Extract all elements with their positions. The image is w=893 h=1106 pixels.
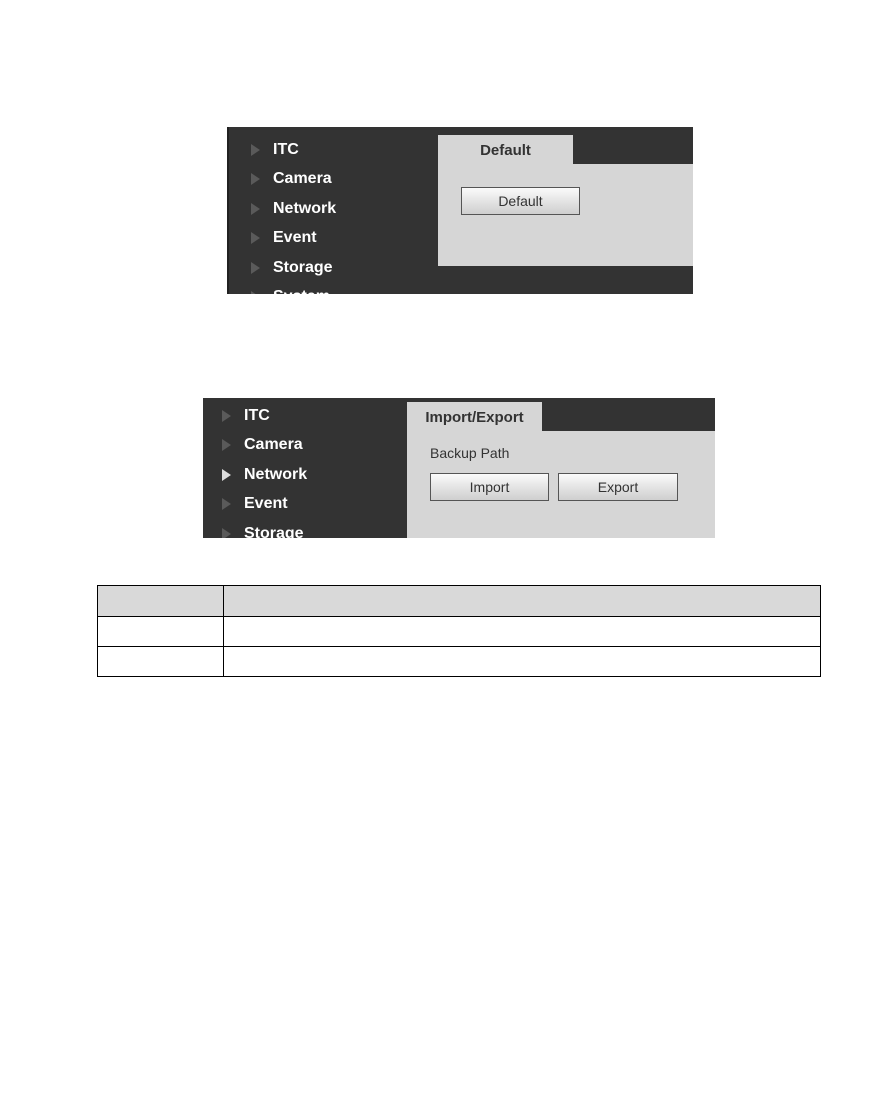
default-config-screenshot: ITC Camera Network Event Storage System …	[227, 127, 693, 294]
menu-item-storage[interactable]: Storage	[222, 522, 304, 538]
menu-item-itc[interactable]: ITC	[251, 138, 299, 162]
menu-item-label: Storage	[273, 259, 333, 276]
menu-item-label: ITC	[244, 407, 270, 424]
import-button[interactable]: Import	[430, 473, 549, 501]
table-cell	[223, 646, 821, 677]
expand-arrow-icon	[222, 528, 231, 538]
expand-arrow-icon	[251, 262, 260, 274]
table-header-cell	[97, 585, 224, 617]
expand-arrow-icon	[251, 173, 260, 185]
menu-item-label: Network	[273, 200, 337, 217]
table-header-row	[97, 585, 821, 617]
menu-item-label: Network	[244, 466, 308, 483]
tab-default[interactable]: Default	[438, 135, 573, 165]
expand-arrow-icon	[222, 469, 231, 481]
menu-item-storage[interactable]: Storage	[251, 256, 333, 280]
table-row	[97, 646, 821, 677]
table-row	[97, 616, 821, 647]
expand-arrow-icon	[251, 232, 260, 244]
expand-arrow-icon	[251, 203, 260, 215]
expand-arrow-icon	[251, 291, 260, 294]
menu-item-itc[interactable]: ITC	[222, 404, 270, 428]
table-cell	[223, 616, 821, 647]
table-cell	[97, 616, 224, 647]
import-export-screenshot: ITC Camera Network Event Storage Import/…	[203, 398, 715, 538]
default-button[interactable]: Default	[461, 187, 580, 215]
menu-item-event[interactable]: Event	[222, 492, 288, 516]
menu-item-network[interactable]: Network	[222, 463, 307, 487]
expand-arrow-icon	[222, 439, 231, 451]
backup-path-label: Backup Path	[430, 445, 510, 461]
table-cell	[97, 646, 224, 677]
expand-arrow-icon	[251, 144, 260, 156]
menu-item-label: Camera	[244, 436, 303, 453]
tab-import-export[interactable]: Import/Export	[407, 402, 542, 432]
menu-item-label: Event	[273, 229, 317, 246]
menu-item-event[interactable]: Event	[251, 226, 317, 250]
expand-arrow-icon	[222, 410, 231, 422]
menu-item-system[interactable]: System	[251, 285, 330, 294]
export-button[interactable]: Export	[558, 473, 678, 501]
menu-item-network[interactable]: Network	[251, 197, 336, 221]
menu-item-label: System	[273, 288, 330, 294]
menu-item-camera[interactable]: Camera	[251, 167, 332, 191]
tab-label: Import/Export	[425, 408, 524, 426]
menu-item-label: Camera	[273, 170, 332, 187]
menu-item-label: ITC	[273, 141, 299, 158]
tab-label: Default	[480, 141, 531, 159]
menu-item-camera[interactable]: Camera	[222, 433, 303, 457]
table-header-cell	[223, 585, 821, 617]
menu-item-label: Event	[244, 495, 288, 512]
parameter-table	[97, 585, 821, 677]
menu-item-label: Storage	[244, 525, 304, 538]
expand-arrow-icon	[222, 498, 231, 510]
content-panel	[438, 164, 693, 266]
